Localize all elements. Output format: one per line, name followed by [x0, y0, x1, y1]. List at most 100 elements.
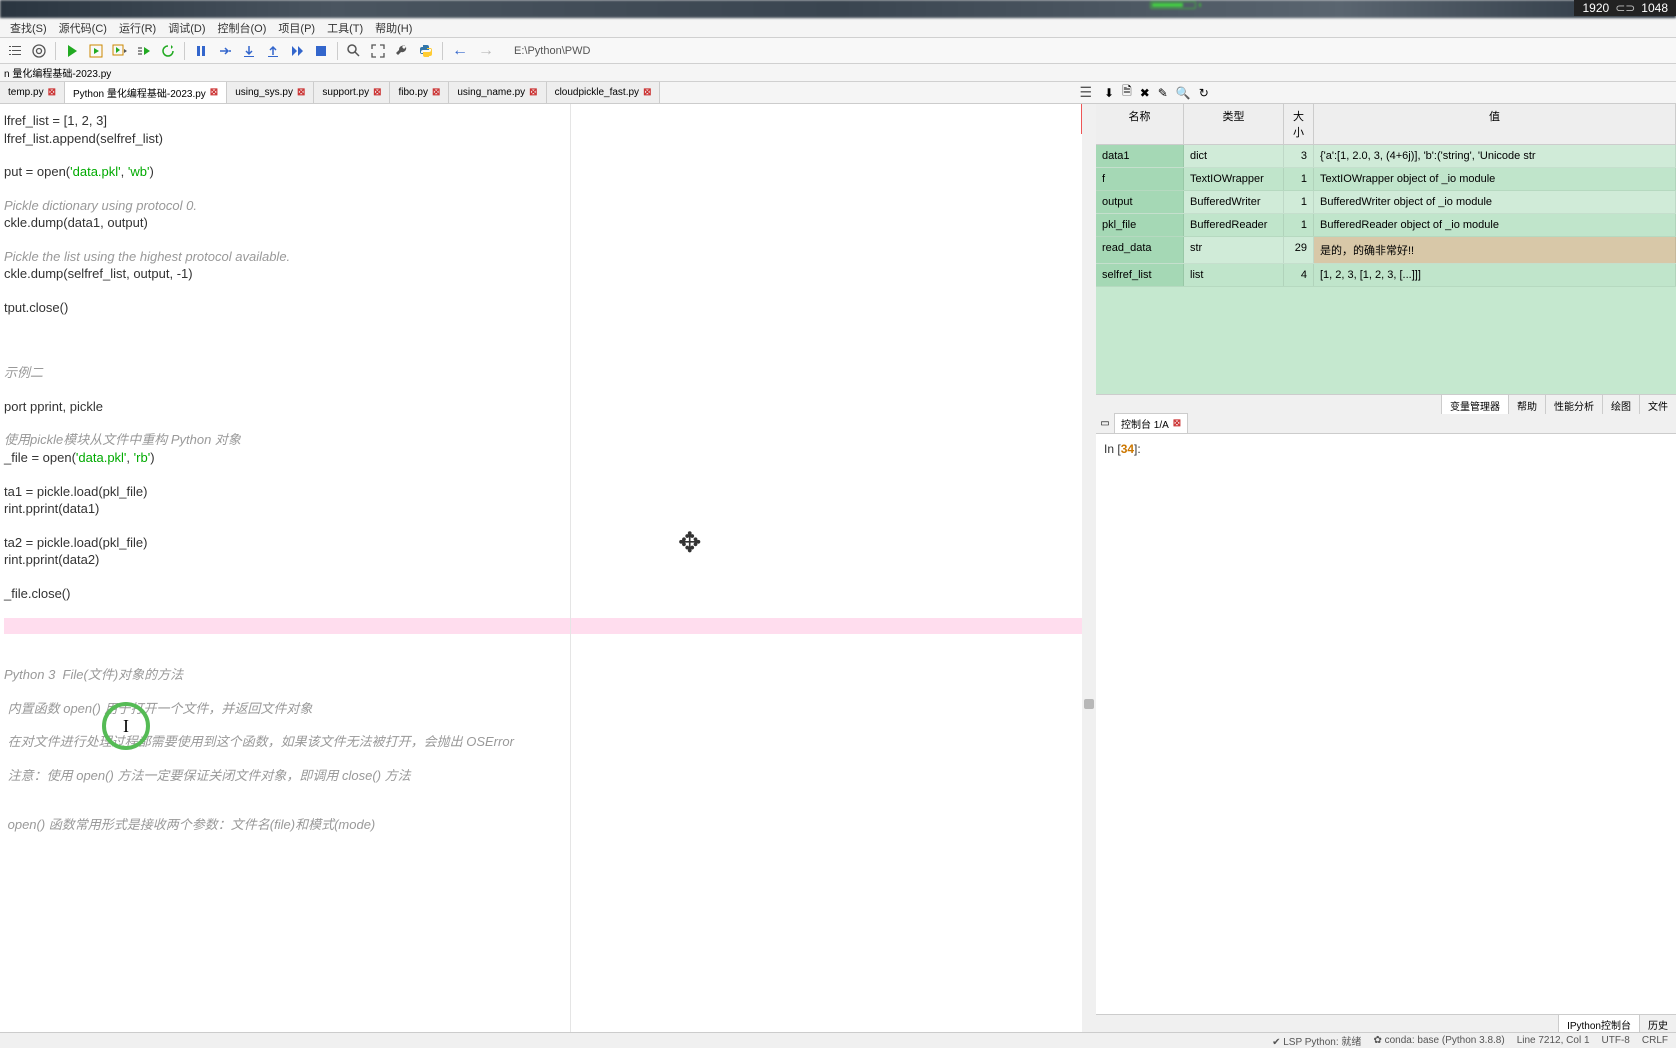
console-tab-close-icon[interactable]: ⊠: [1173, 418, 1181, 429]
debug-step-icon[interactable]: [214, 40, 236, 62]
var-cell-size: 4: [1284, 264, 1314, 286]
console-bottom-tab[interactable]: 历史: [1639, 1015, 1676, 1032]
right-tab[interactable]: 帮助: [1508, 395, 1545, 414]
toolbar: ← → E:\Python\PWD: [0, 38, 1676, 64]
var-cell-type: BufferedWriter: [1184, 191, 1284, 213]
editor-tab[interactable]: cloudpickle_fast.py⊠: [547, 82, 661, 103]
code-line: [4, 348, 1092, 364]
var-cell-type: dict: [1184, 145, 1284, 167]
console-bottom-tab[interactable]: IPython控制台: [1558, 1015, 1639, 1032]
code-line: [4, 316, 1092, 332]
link-icon: ⊂⊃: [1615, 1, 1635, 15]
var-cell-type: str: [1184, 237, 1284, 263]
menu-debug[interactable]: 调试(D): [162, 18, 211, 38]
console-tab-1[interactable]: 控制台 1/A ⊠: [1114, 413, 1188, 434]
code-line: [4, 717, 1092, 733]
status-lsp[interactable]: ✔ LSP Python: 就绪: [1272, 1033, 1361, 1048]
menu-help[interactable]: 帮助(H): [369, 18, 418, 38]
code-line: lfref_list.append(selfref_list): [4, 130, 1092, 148]
debug-stop-icon[interactable]: [310, 40, 332, 62]
save-as-icon[interactable]: 🗎: [1122, 82, 1132, 103]
var-header-name[interactable]: 名称: [1096, 104, 1184, 144]
tab-close-icon[interactable]: ⊠: [432, 87, 440, 98]
right-tab[interactable]: 变量管理器: [1441, 395, 1508, 414]
var-row[interactable]: fTextIOWrapper1TextIOWrapper object of _…: [1096, 168, 1676, 191]
var-row[interactable]: read_datastr29是的，的确非常好!!: [1096, 237, 1676, 264]
console-prompt-num: 34: [1121, 442, 1134, 456]
var-row[interactable]: pkl_fileBufferedReader1BufferedReader ob…: [1096, 214, 1676, 237]
console-panel: ▭ 控制台 1/A ⊠ In [34]: IPython控制台历史: [1096, 414, 1676, 1032]
var-cell-name: pkl_file: [1096, 214, 1184, 236]
search-var-icon[interactable]: 🔍: [1176, 86, 1191, 100]
tab-close-icon[interactable]: ⊠: [643, 87, 651, 98]
run-selection-icon[interactable]: [133, 40, 155, 62]
menu-tools[interactable]: 工具(T): [321, 18, 369, 38]
code-line: Python 3 File(文件)对象的方法: [4, 666, 1092, 684]
settings-icon[interactable]: [391, 40, 413, 62]
editor-panel: ☰ temp.py⊠Python 量化编程基础-2023.py⊠using_sy…: [0, 82, 1096, 1032]
nav-forward-icon[interactable]: →: [474, 42, 498, 60]
toolbar-outline-icon[interactable]: [4, 40, 26, 62]
editor-tab[interactable]: using_name.py⊠: [449, 82, 546, 103]
debug-continue-icon[interactable]: [286, 40, 308, 62]
console-content[interactable]: In [34]:: [1096, 434, 1676, 1014]
editor-ruler: [570, 104, 571, 1032]
editor-menu-icon[interactable]: ☰: [1079, 84, 1092, 101]
status-conda[interactable]: ✿ conda: base (Python 3.8.8): [1373, 1035, 1504, 1046]
tab-close-icon[interactable]: ⊠: [48, 87, 56, 98]
tab-close-icon[interactable]: ⊠: [297, 87, 305, 98]
scroll-thumb[interactable]: [1084, 699, 1094, 709]
code-line: open() 函数常用形式是接收两个参数：文件名(file)和模式(mode): [4, 816, 1092, 834]
editor-tab[interactable]: Python 量化编程基础-2023.py⊠: [65, 82, 227, 103]
menu-console[interactable]: 控制台(O): [212, 18, 273, 38]
right-tab[interactable]: 绘图: [1602, 395, 1639, 414]
var-row[interactable]: outputBufferedWriter1BufferedWriter obje…: [1096, 191, 1676, 214]
toolbar-at-icon[interactable]: [28, 40, 50, 62]
debug-stepin-icon[interactable]: [238, 40, 260, 62]
tab-close-icon[interactable]: ⊠: [373, 87, 381, 98]
nav-back-icon[interactable]: ←: [448, 42, 472, 60]
editor-tab[interactable]: fibo.py⊠: [390, 82, 449, 103]
editor-scrollbar[interactable]: [1082, 104, 1096, 1032]
var-row[interactable]: data1dict3{'a':[1, 2.0, 3, (4+6j)], 'b':…: [1096, 145, 1676, 168]
menu-project[interactable]: 项目(P): [272, 18, 321, 38]
tab-close-icon[interactable]: ⊠: [210, 87, 218, 98]
editor-tab[interactable]: using_sys.py⊠: [227, 82, 314, 103]
var-header-type[interactable]: 类型: [1184, 104, 1284, 144]
code-line: 注意：使用 open() 方法一定要保证关闭文件对象，即调用 close() 方…: [4, 767, 1092, 785]
run-icon[interactable]: [61, 40, 83, 62]
rerun-icon[interactable]: [157, 40, 179, 62]
var-cell-size: 3: [1284, 145, 1314, 167]
var-header-value[interactable]: 值: [1314, 104, 1676, 144]
run-cell-advance-icon[interactable]: [109, 40, 131, 62]
var-header-size[interactable]: 大小: [1284, 104, 1314, 144]
run-cell-icon[interactable]: [85, 40, 107, 62]
menu-find[interactable]: 查找(S): [4, 18, 53, 38]
refresh-var-icon[interactable]: ↻: [1199, 86, 1209, 100]
edit-var-icon[interactable]: ✎: [1158, 86, 1168, 100]
search-icon[interactable]: [343, 40, 365, 62]
code-editor[interactable]: I ✥ lfref_list = [1, 2, 3]lfref_list.app…: [0, 104, 1096, 1032]
menu-source[interactable]: 源代码(C): [53, 18, 113, 38]
code-line: rint.pprint(data1): [4, 500, 1092, 518]
editor-tab[interactable]: temp.py⊠: [0, 82, 65, 103]
right-tab[interactable]: 性能分析: [1545, 395, 1602, 414]
menu-run[interactable]: 运行(R): [113, 18, 162, 38]
tab-close-icon[interactable]: ⊠: [529, 87, 537, 98]
maximize-icon[interactable]: [367, 40, 389, 62]
code-line: [4, 684, 1092, 700]
debug-stepout-icon[interactable]: [262, 40, 284, 62]
delete-var-icon[interactable]: ✖: [1140, 86, 1150, 100]
debug-pause-icon[interactable]: [190, 40, 212, 62]
editor-tab[interactable]: support.py⊠: [314, 82, 390, 103]
save-var-icon[interactable]: ⬇: [1104, 86, 1114, 100]
desktop-background: [0, 0, 1676, 18]
var-row[interactable]: selfref_listlist4[1, 2, 3, [1, 2, 3, [..…: [1096, 264, 1676, 287]
status-encoding[interactable]: UTF-8: [1602, 1035, 1630, 1046]
right-tab[interactable]: 文件: [1639, 395, 1676, 414]
console-collapse-icon[interactable]: ▭: [1096, 418, 1114, 429]
path-display[interactable]: E:\Python\PWD: [508, 43, 596, 59]
python-icon[interactable]: [415, 40, 437, 62]
status-eol[interactable]: CRLF: [1642, 1035, 1668, 1046]
file-tab-strip: n 量化编程基础-2023.py: [0, 64, 1676, 82]
